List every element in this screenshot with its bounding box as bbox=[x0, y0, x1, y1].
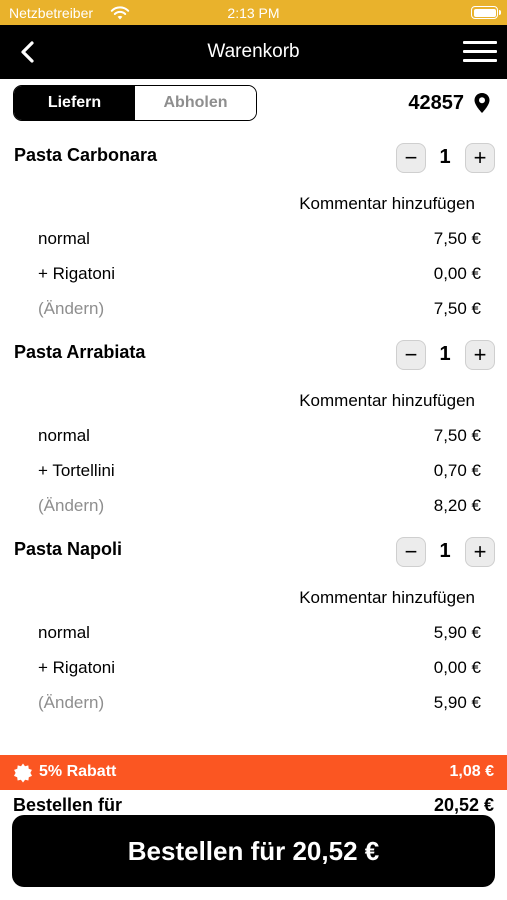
option-price: 7,50 € bbox=[433, 229, 481, 248]
item-total-price: 5,90 € bbox=[433, 693, 481, 712]
decrease-quantity-button[interactable]: − bbox=[396, 340, 426, 370]
change-item-link[interactable]: (Ändern) bbox=[38, 299, 104, 319]
cart-item-name: Pasta Carbonara bbox=[14, 145, 158, 165]
clock: 2:13 PM bbox=[227, 5, 280, 21]
discount-amount: 1,08 € bbox=[449, 763, 494, 780]
option-price: 0,00 € bbox=[433, 658, 481, 677]
change-item-link[interactable]: (Ändern) bbox=[38, 496, 104, 516]
option-extra: + Tortellini bbox=[38, 461, 115, 480]
postal-code[interactable]: 42857 bbox=[408, 92, 464, 115]
increase-quantity-button[interactable]: + bbox=[465, 340, 495, 370]
option-size: normal bbox=[38, 623, 90, 642]
item-total-price: 7,50 € bbox=[433, 299, 481, 318]
add-comment-link[interactable]: Kommentar hinzufügen bbox=[299, 391, 475, 411]
quantity-value: 1 bbox=[439, 146, 451, 168]
battery-icon bbox=[471, 6, 501, 19]
decrease-quantity-button[interactable]: − bbox=[396, 537, 426, 567]
option-price: 7,50 € bbox=[433, 426, 481, 445]
option-price: 0,00 € bbox=[433, 264, 481, 283]
add-comment-link[interactable]: Kommentar hinzufügen bbox=[299, 194, 475, 214]
increase-quantity-button[interactable]: + bbox=[465, 537, 495, 567]
option-price: 0,70 € bbox=[433, 461, 481, 480]
tab-abholen[interactable]: Abholen bbox=[135, 86, 256, 120]
decrease-quantity-button[interactable]: − bbox=[396, 143, 426, 173]
navigation-bar: Warenkorb bbox=[0, 25, 507, 79]
cart-item-name: Pasta Arrabiata bbox=[14, 342, 146, 362]
discount-banner: 5% Rabatt 1,08 € bbox=[0, 755, 507, 790]
location-pin-icon[interactable] bbox=[473, 92, 491, 114]
quantity-value: 1 bbox=[439, 343, 451, 365]
status-bar: Netzbetreiber 2:13 PM bbox=[0, 0, 507, 25]
cart-item-name: Pasta Napoli bbox=[14, 539, 123, 559]
add-comment-link[interactable]: Kommentar hinzufügen bbox=[299, 588, 475, 608]
order-summary-label: Bestellen für bbox=[13, 795, 123, 815]
discount-label: 5% Rabatt bbox=[39, 763, 117, 780]
page-title: Warenkorb bbox=[207, 41, 300, 62]
option-extra: + Rigatoni bbox=[38, 264, 116, 283]
option-extra: + Rigatoni bbox=[38, 658, 116, 677]
discount-badge-icon bbox=[14, 763, 32, 783]
hamburger-menu-icon[interactable] bbox=[463, 39, 497, 65]
option-size: normal bbox=[38, 229, 90, 248]
order-summary-amount: 20,52 € bbox=[433, 795, 494, 815]
option-price: 5,90 € bbox=[433, 623, 481, 642]
item-total-price: 8,20 € bbox=[433, 496, 481, 515]
delivery-mode-toggle: Liefern Abholen bbox=[13, 85, 257, 121]
change-item-link[interactable]: (Ändern) bbox=[38, 693, 104, 713]
quantity-value: 1 bbox=[439, 540, 451, 562]
place-order-button[interactable]: Bestellen für 20,52 € bbox=[12, 815, 495, 887]
option-size: normal bbox=[38, 426, 90, 445]
tab-liefern[interactable]: Liefern bbox=[14, 86, 135, 120]
increase-quantity-button[interactable]: + bbox=[465, 143, 495, 173]
